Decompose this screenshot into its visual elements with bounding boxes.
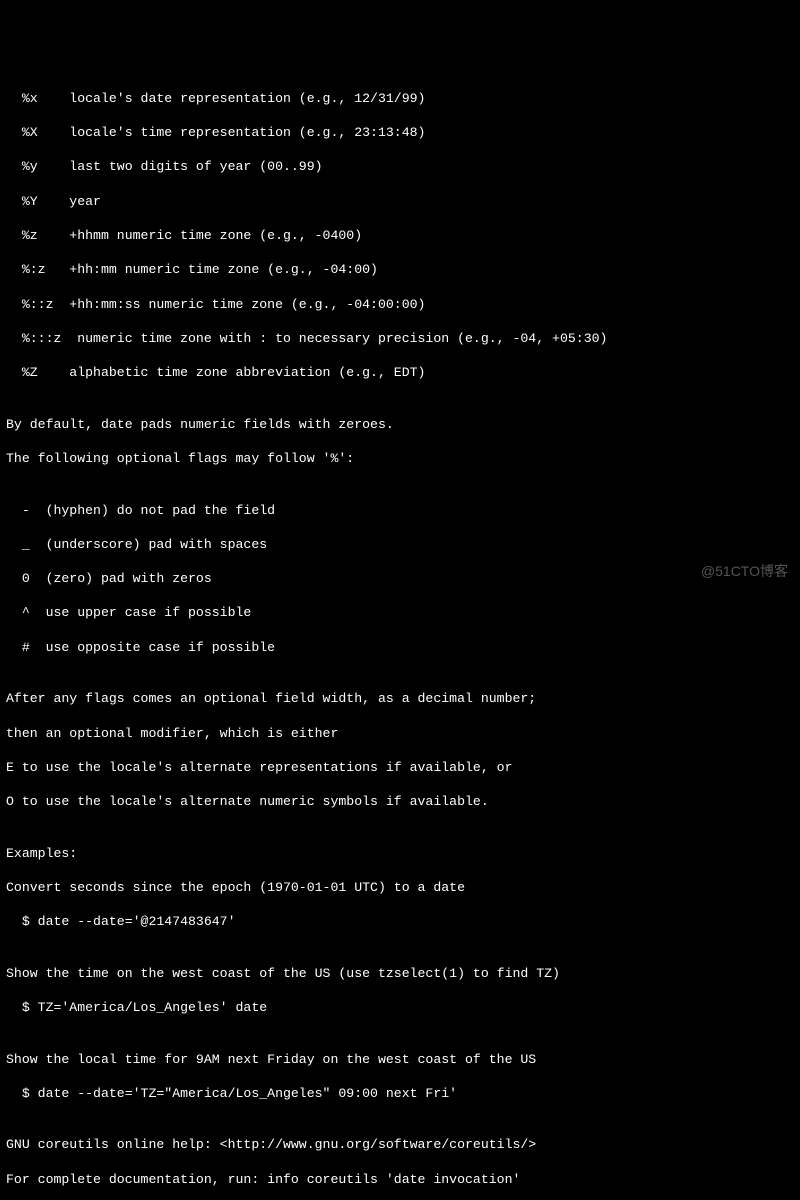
field-width-line: O to use the locale's alternate numeric … (6, 793, 794, 810)
flag-line: ^ use upper case if possible (6, 604, 794, 621)
padding-intro: The following optional flags may follow … (6, 450, 794, 467)
flag-line: 0 (zero) pad with zeros (6, 570, 794, 587)
format-line: %X locale's time representation (e.g., 2… (6, 124, 794, 141)
format-line: %::z +hh:mm:ss numeric time zone (e.g., … (6, 296, 794, 313)
example-line: $ date --date='@2147483647' (6, 913, 794, 930)
flag-line: _ (underscore) pad with spaces (6, 536, 794, 553)
format-line: %Y year (6, 193, 794, 210)
footer-line: GNU coreutils online help: <http://www.g… (6, 1136, 794, 1153)
padding-intro: By default, date pads numeric fields wit… (6, 416, 794, 433)
example-line: $ TZ='America/Los_Angeles' date (6, 999, 794, 1016)
example-line: Convert seconds since the epoch (1970-01… (6, 879, 794, 896)
format-line: %:::z numeric time zone with : to necess… (6, 330, 794, 347)
flag-line: # use opposite case if possible (6, 639, 794, 656)
field-width-line: then an optional modifier, which is eith… (6, 725, 794, 742)
footer-line: For complete documentation, run: info co… (6, 1171, 794, 1188)
watermark: @51CTO博客 (701, 562, 788, 580)
format-line: %y last two digits of year (00..99) (6, 158, 794, 175)
example-line: Show the time on the west coast of the U… (6, 965, 794, 982)
example-line: $ date --date='TZ="America/Los_Angeles" … (6, 1085, 794, 1102)
flag-line: - (hyphen) do not pad the field (6, 502, 794, 519)
example-line: Show the local time for 9AM next Friday … (6, 1051, 794, 1068)
format-line: %Z alphabetic time zone abbreviation (e.… (6, 364, 794, 381)
field-width-line: After any flags comes an optional field … (6, 690, 794, 707)
terminal-output[interactable]: %x locale's date representation (e.g., 1… (6, 73, 794, 665)
examples-header: Examples: (6, 845, 794, 862)
format-line: %z +hhmm numeric time zone (e.g., -0400) (6, 227, 794, 244)
field-width-line: E to use the locale's alternate represen… (6, 759, 794, 776)
format-line: %:z +hh:mm numeric time zone (e.g., -04:… (6, 261, 794, 278)
format-line: %x locale's date representation (e.g., 1… (6, 90, 794, 107)
